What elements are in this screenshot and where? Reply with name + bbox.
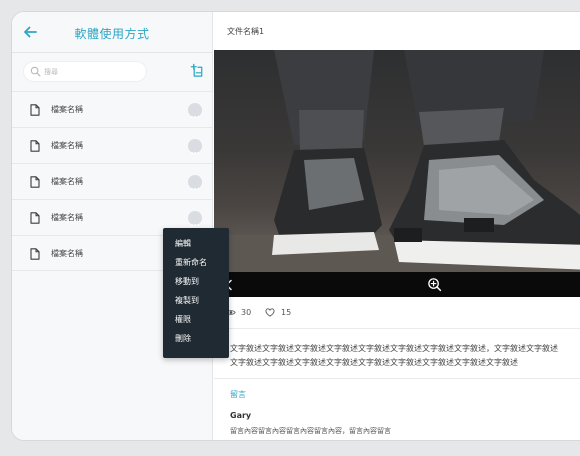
add-document-icon[interactable] bbox=[190, 63, 205, 78]
document-icon bbox=[30, 176, 40, 188]
heart-icon[interactable] bbox=[265, 308, 275, 317]
file-name: 檔案名稱 bbox=[51, 177, 83, 186]
document-icon bbox=[30, 104, 40, 116]
sidebar-header: 軟體使用方式 bbox=[12, 12, 212, 53]
menu-item-edit[interactable]: 編輯 bbox=[163, 234, 229, 253]
document-panel: 文件名稱1 30 15 文字敘述文字敘述文字敘述文字敘述文字敘述文字敘述文字敘述… bbox=[214, 12, 580, 440]
sneakers-photo bbox=[214, 50, 580, 272]
more-icon[interactable] bbox=[188, 211, 202, 226]
file-name: 檔案名稱 bbox=[51, 105, 83, 114]
image-toolbar bbox=[214, 272, 580, 297]
document-icon bbox=[30, 140, 40, 152]
document-title: 文件名稱1 bbox=[227, 27, 265, 36]
file-name: 檔案名稱 bbox=[51, 213, 83, 222]
document-icon bbox=[30, 248, 40, 260]
sidebar: 軟體使用方式 檔案名稱 bbox=[12, 12, 213, 440]
sidebar-title: 軟體使用方式 bbox=[74, 27, 150, 41]
zoom-in-icon[interactable] bbox=[427, 277, 442, 292]
views-count: 30 bbox=[241, 308, 252, 317]
app-window: 軟體使用方式 檔案名稱 bbox=[12, 12, 580, 440]
search-input[interactable] bbox=[44, 62, 144, 81]
more-icon[interactable] bbox=[188, 103, 202, 118]
document-icon bbox=[30, 212, 40, 224]
document-header: 文件名稱1 bbox=[214, 12, 580, 53]
document-image bbox=[214, 50, 580, 272]
description-line: 文字敘述文字敘述文字敘述文字敘述文字敘述文字敘述文字敘述文字敘述文字敘述 bbox=[230, 358, 518, 366]
list-item[interactable]: 檔案名稱 bbox=[12, 127, 212, 163]
context-menu: 編輯 重新命名 移動到 複製到 權限 刪除 bbox=[163, 228, 229, 358]
menu-item-rename[interactable]: 重新命名 bbox=[163, 253, 229, 272]
comments-heading: 留言 bbox=[230, 390, 246, 399]
search-box[interactable] bbox=[23, 61, 147, 82]
file-name: 檔案名稱 bbox=[51, 141, 83, 150]
description-line: 文字敘述文字敘述文字敘述文字敘述文字敘述文字敘述文字敘述文字敘述，文字敘述文字敘… bbox=[230, 344, 558, 353]
document-description: 文字敘述文字敘述文字敘述文字敘述文字敘述文字敘述文字敘述文字敘述，文字敘述文字敘… bbox=[230, 342, 580, 366]
menu-item-move[interactable]: 移動到 bbox=[163, 272, 229, 291]
divider bbox=[214, 328, 580, 329]
likes-count: 15 bbox=[281, 308, 292, 317]
list-item[interactable]: 檔案名稱 bbox=[12, 91, 212, 127]
divider bbox=[214, 378, 580, 379]
search-icon bbox=[30, 66, 41, 77]
more-icon[interactable] bbox=[188, 175, 202, 190]
comment-text: 留言內容留言內容留言內容留言內容，留言內容留言 bbox=[230, 427, 391, 435]
menu-item-delete[interactable]: 刪除 bbox=[163, 329, 229, 348]
search-row bbox=[12, 53, 212, 91]
more-icon[interactable] bbox=[188, 139, 202, 154]
file-name: 檔案名稱 bbox=[51, 249, 83, 258]
menu-item-permissions[interactable]: 權限 bbox=[163, 310, 229, 329]
list-item[interactable]: 檔案名稱 bbox=[12, 163, 212, 199]
comment-author: Gary bbox=[230, 411, 252, 420]
menu-item-copy[interactable]: 複製到 bbox=[163, 291, 229, 310]
